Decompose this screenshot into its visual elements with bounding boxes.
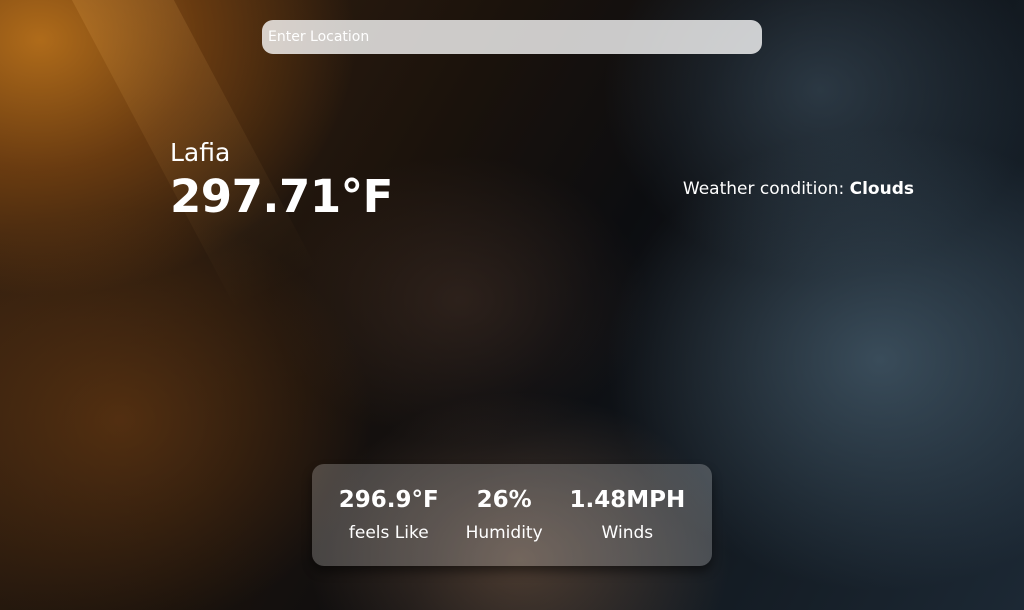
humidity-label: Humidity — [465, 523, 543, 543]
weather-details-panel: 296.9°F feels Like 26% Humidity 1.48MPH … — [312, 464, 712, 566]
winds-stat: 1.48MPH Winds — [569, 484, 685, 544]
weather-condition-value: Clouds — [849, 179, 914, 199]
current-weather: Lafia 297.71°F — [170, 136, 393, 224]
weather-condition: Weather condition: Clouds — [683, 178, 914, 200]
feels-like-label: feels Like — [348, 523, 429, 543]
weather-condition-label: Weather condition: — [682, 179, 845, 199]
feels-like-stat: 296.9°F feels Like — [339, 484, 439, 544]
humidity-stat: 26% Humidity — [466, 484, 543, 544]
winds-label: Winds — [601, 523, 654, 543]
location-name: Lafia — [170, 138, 231, 167]
weather-app: Lafia 297.71°F Weather condition: Clouds… — [0, 0, 1024, 610]
location-search-input[interactable] — [262, 20, 762, 54]
current-temperature: 297.71°F — [170, 170, 393, 223]
winds-value: 1.48MPH — [569, 487, 686, 513]
feels-like-value: 296.9°F — [338, 487, 439, 513]
humidity-value: 26% — [476, 487, 532, 513]
